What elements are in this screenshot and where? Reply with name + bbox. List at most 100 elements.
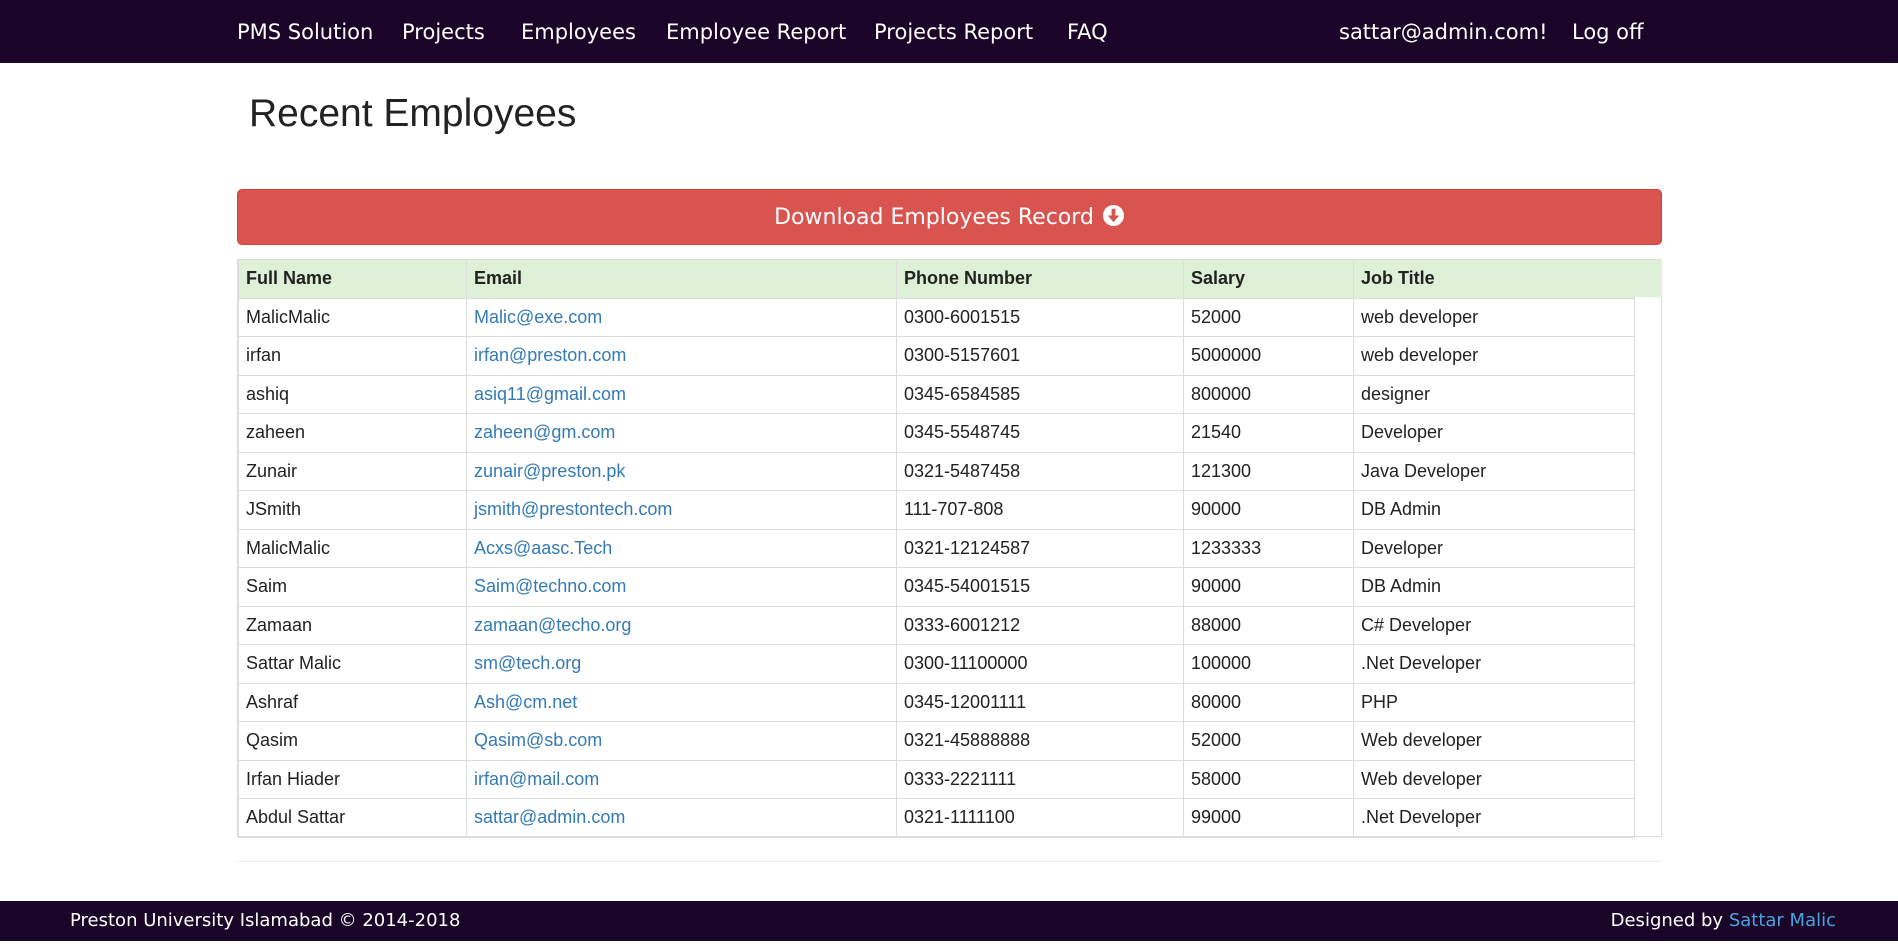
cell-job-title: Java Developer bbox=[1353, 451, 1635, 491]
cell-full-name: Qasim bbox=[238, 721, 467, 761]
table-row: Zunair zunair@preston.pk 0321-5487458 12130… bbox=[238, 451, 1635, 491]
footer-designer-link[interactable]: Sattar Malic bbox=[1729, 910, 1836, 931]
cell-phone: 0345-12001111 bbox=[896, 682, 1184, 722]
table-row: MalicMalic Acxs@aasc.Tech 0321-12124587 123… bbox=[238, 528, 1635, 568]
cell-salary: 21540 bbox=[1183, 413, 1354, 453]
table-row: Zamaan zamaan@techo.org 0333-6001212 88000 C… bbox=[238, 605, 1635, 645]
email-link[interactable]: Malic@exe.com bbox=[474, 307, 602, 327]
cell-phone: 0321-12124587 bbox=[896, 528, 1184, 568]
nav-projects-report[interactable]: Projects Report bbox=[874, 0, 1033, 63]
nav-faq[interactable]: FAQ bbox=[1067, 0, 1108, 63]
cell-full-name: Zamaan bbox=[238, 605, 467, 645]
email-link[interactable]: Acxs@aasc.Tech bbox=[474, 538, 612, 558]
cell-job-title: Developer bbox=[1353, 528, 1635, 568]
cell-full-name: Saim bbox=[238, 567, 467, 607]
table-row: Saim Saim@techno.com 0345-54001515 90000 DB … bbox=[238, 567, 1635, 607]
nav-employee-report[interactable]: Employee Report bbox=[666, 0, 846, 63]
download-employees-button[interactable]: Download Employees Record bbox=[237, 189, 1662, 245]
cell-email: jsmith@prestontech.com bbox=[466, 490, 897, 530]
cell-phone: 0321-5487458 bbox=[896, 451, 1184, 491]
cell-salary: 100000 bbox=[1183, 644, 1354, 684]
cell-salary: 1233333 bbox=[1183, 528, 1354, 568]
cell-job-title: Web developer bbox=[1353, 721, 1635, 761]
cell-phone: 0345-6584585 bbox=[896, 374, 1184, 414]
table-row: Abdul Sattar sattar@admin.com 0321-1111100… bbox=[238, 798, 1635, 838]
table-row: Irfan Hiader irfan@mail.com 0333-2221111 58… bbox=[238, 759, 1635, 799]
email-link[interactable]: irfan@mail.com bbox=[474, 769, 599, 789]
table-row: irfan irfan@preston.com 0300-5157601 500000… bbox=[238, 336, 1635, 376]
page-title: Recent Employees bbox=[249, 92, 577, 135]
table-header-filler bbox=[1634, 259, 1662, 297]
cell-full-name: Zunair bbox=[238, 451, 467, 491]
cell-full-name: ashiq bbox=[238, 374, 467, 414]
cell-email: zaheen@gm.com bbox=[466, 413, 897, 453]
cell-salary: 99000 bbox=[1183, 798, 1354, 838]
cell-phone: 0345-5548745 bbox=[896, 413, 1184, 453]
email-link[interactable]: zunair@preston.pk bbox=[474, 461, 625, 481]
cell-salary: 88000 bbox=[1183, 605, 1354, 645]
cell-salary: 90000 bbox=[1183, 490, 1354, 530]
cell-email: Malic@exe.com bbox=[466, 297, 897, 337]
cell-full-name: MalicMalic bbox=[238, 528, 467, 568]
cell-full-name: zaheen bbox=[238, 413, 467, 453]
cell-full-name: Abdul Sattar bbox=[238, 798, 467, 838]
email-link[interactable]: sattar@admin.com bbox=[474, 807, 625, 827]
download-button-label: Download Employees Record bbox=[774, 204, 1094, 230]
table-row: MalicMalic Malic@exe.com 0300-6001515 52000… bbox=[238, 297, 1635, 337]
cell-phone: 0300-11100000 bbox=[896, 644, 1184, 684]
cell-phone: 0300-6001515 bbox=[896, 297, 1184, 337]
email-link[interactable]: jsmith@prestontech.com bbox=[474, 499, 672, 519]
column-header-salary: Salary bbox=[1183, 259, 1354, 299]
cell-job-title: .Net Developer bbox=[1353, 798, 1635, 838]
table-header-row: Full Name Email Phone Number Salary Job … bbox=[238, 259, 1635, 299]
cell-email: zamaan@techo.org bbox=[466, 605, 897, 645]
top-navbar: PMS Solution Projects Employees Employee… bbox=[0, 0, 1898, 63]
email-link[interactable]: Qasim@sb.com bbox=[474, 730, 602, 750]
cell-email: Saim@techno.com bbox=[466, 567, 897, 607]
cell-job-title: PHP bbox=[1353, 682, 1635, 722]
cell-email: sm@tech.org bbox=[466, 644, 897, 684]
cell-job-title: web developer bbox=[1353, 297, 1635, 337]
cell-job-title: Web developer bbox=[1353, 759, 1635, 799]
cell-full-name: irfan bbox=[238, 336, 467, 376]
cell-email: sattar@admin.com bbox=[466, 798, 897, 838]
cell-full-name: Irfan Hiader bbox=[238, 759, 467, 799]
nav-projects[interactable]: Projects bbox=[402, 0, 485, 63]
logoff-link[interactable]: Log off bbox=[1572, 0, 1644, 63]
cell-phone: 0333-2221111 bbox=[896, 759, 1184, 799]
email-link[interactable]: asiq11@gmail.com bbox=[474, 384, 626, 404]
cell-email: Acxs@aasc.Tech bbox=[466, 528, 897, 568]
cell-salary: 90000 bbox=[1183, 567, 1354, 607]
user-account-link[interactable]: sattar@admin.com! bbox=[1339, 0, 1548, 63]
cell-salary: 121300 bbox=[1183, 451, 1354, 491]
nav-employees[interactable]: Employees bbox=[521, 0, 636, 63]
cell-phone: 0321-45888888 bbox=[896, 721, 1184, 761]
cell-full-name: Ashraf bbox=[238, 682, 467, 722]
cell-email: zunair@preston.pk bbox=[466, 451, 897, 491]
cell-full-name: MalicMalic bbox=[238, 297, 467, 337]
cell-phone: 0300-5157601 bbox=[896, 336, 1184, 376]
email-link[interactable]: zamaan@techo.org bbox=[474, 615, 631, 635]
table-row: ashiq asiq11@gmail.com 0345-6584585 800000 d… bbox=[238, 374, 1635, 414]
column-header-job-title: Job Title bbox=[1353, 259, 1635, 299]
employees-table-container: Full Name Email Phone Number Salary Job … bbox=[237, 259, 1662, 838]
cell-job-title: C# Developer bbox=[1353, 605, 1635, 645]
cell-phone: 111-707-808 bbox=[896, 490, 1184, 530]
cell-email: asiq11@gmail.com bbox=[466, 374, 897, 414]
cell-email: Qasim@sb.com bbox=[466, 721, 897, 761]
brand-link[interactable]: PMS Solution bbox=[237, 0, 373, 63]
email-link[interactable]: Saim@techno.com bbox=[474, 576, 626, 596]
email-link[interactable]: zaheen@gm.com bbox=[474, 422, 615, 442]
cell-phone: 0321-1111100 bbox=[896, 798, 1184, 838]
footer-designed-by: Designed by bbox=[1610, 910, 1724, 931]
cell-full-name: JSmith bbox=[238, 490, 467, 530]
cell-salary: 800000 bbox=[1183, 374, 1354, 414]
email-link[interactable]: Ash@cm.net bbox=[474, 692, 577, 712]
email-link[interactable]: irfan@preston.com bbox=[474, 345, 626, 365]
cell-salary: 80000 bbox=[1183, 682, 1354, 722]
column-header-email: Email bbox=[466, 259, 897, 299]
email-link[interactable]: sm@tech.org bbox=[474, 653, 581, 673]
employees-table: Full Name Email Phone Number Salary Job … bbox=[238, 259, 1635, 838]
footer-credit: Designed by Sattar Malic bbox=[1611, 901, 1836, 941]
cell-job-title: DB Admin bbox=[1353, 567, 1635, 607]
